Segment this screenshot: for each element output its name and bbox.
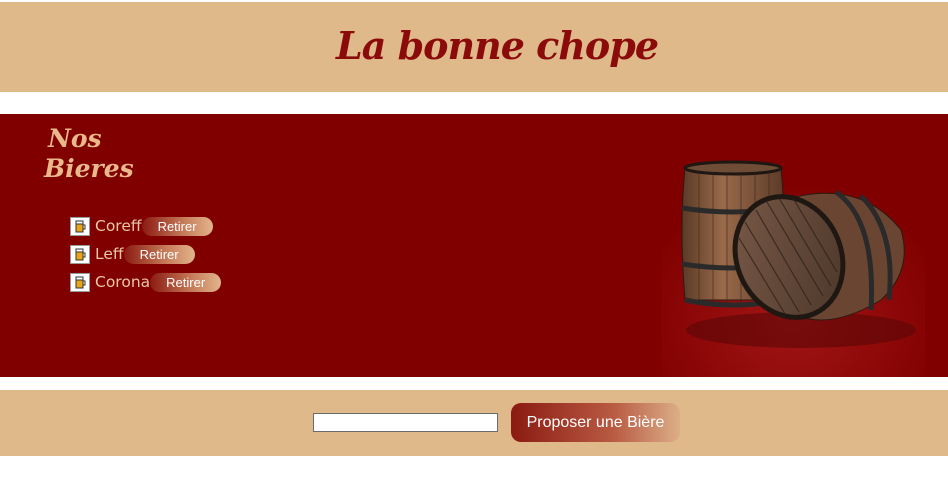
suggest-beer-form: Proposer une Bière — [0, 390, 948, 456]
remove-beer-button[interactable]: Retirer — [141, 216, 213, 236]
beer-mug-icon — [70, 272, 90, 292]
wooden-barrels-image — [661, 150, 925, 377]
beer-name-input[interactable] — [313, 413, 498, 432]
beer-list: Coreff Retirer Leff Retirer Corona Retir… — [70, 212, 270, 296]
section-title-line2: Bieres — [44, 154, 134, 183]
site-logo[interactable]: La bonne chope — [336, 10, 659, 80]
beer-mug-icon — [70, 216, 90, 236]
beer-section: Nos Bieres Coreff Retirer Leff Retirer C… — [0, 114, 948, 377]
list-item: Leff Retirer — [70, 240, 270, 268]
list-item: Coreff Retirer — [70, 212, 270, 240]
remove-beer-button[interactable]: Retirer — [123, 244, 195, 264]
beer-name: Coreff — [95, 217, 142, 235]
site-logo-text: La bonne chope — [336, 22, 659, 68]
beer-name: Leff — [95, 245, 124, 263]
section-title-logo: Nos Bieres — [44, 124, 160, 186]
section-title-line1: Nos — [48, 124, 102, 153]
remove-beer-button[interactable]: Retirer — [150, 272, 222, 292]
list-item: Corona Retirer — [70, 268, 270, 296]
header-banner: La bonne chope — [0, 2, 948, 92]
beer-mug-icon — [70, 244, 90, 264]
propose-beer-button[interactable]: Proposer une Bière — [511, 403, 680, 442]
beer-name: Corona — [95, 273, 151, 291]
